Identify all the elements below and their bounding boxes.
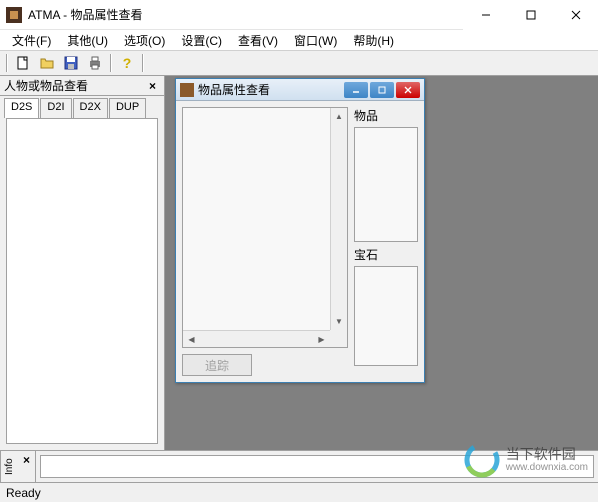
minimize-button[interactable]	[463, 0, 508, 30]
status-text: Ready	[6, 486, 41, 500]
new-button[interactable]	[12, 52, 34, 74]
info-panel-close[interactable]: ×	[18, 451, 36, 482]
menu-other[interactable]: 其他(U)	[59, 30, 116, 51]
main-area: 人物或物品查看 × D2S D2I D2X DUP 物品属性查看	[0, 76, 598, 450]
status-bar: Ready	[0, 482, 598, 502]
tab-dup[interactable]: DUP	[109, 98, 146, 118]
left-panel-header: 人物或物品查看 ×	[0, 76, 164, 96]
vertical-scrollbar[interactable]: ▲ ▼	[330, 108, 347, 330]
scroll-corner	[330, 330, 347, 347]
child-left-column: ▲ ▼ ◀ ▶ 追踪	[182, 107, 348, 376]
left-panel-close[interactable]: ×	[145, 79, 160, 93]
left-panel-tree[interactable]	[6, 118, 158, 444]
tab-d2i[interactable]: D2I	[40, 98, 71, 118]
menubar: 文件(F) 其他(U) 选项(O) 设置(C) 查看(V) 窗口(W) 帮助(H…	[0, 30, 598, 50]
scroll-up-icon[interactable]: ▲	[331, 108, 347, 125]
toolbar-separator	[6, 54, 8, 72]
item-preview-box	[354, 127, 418, 242]
info-input[interactable]	[40, 455, 594, 478]
toolbar-separator	[110, 54, 112, 72]
open-button[interactable]	[36, 52, 58, 74]
child-maximize-button[interactable]	[370, 82, 394, 98]
toolbar: ?	[0, 50, 598, 76]
child-window-controls	[344, 82, 424, 98]
window-controls	[463, 0, 598, 30]
save-button[interactable]	[60, 52, 82, 74]
tab-d2x[interactable]: D2X	[73, 98, 108, 118]
maximize-button[interactable]	[508, 0, 553, 30]
child-window-body: ▲ ▼ ◀ ▶ 追踪 物品	[176, 101, 424, 382]
item-label: 物品	[354, 107, 418, 123]
tab-d2s[interactable]: D2S	[4, 98, 39, 118]
menu-options[interactable]: 选项(O)	[116, 30, 173, 51]
menu-window[interactable]: 窗口(W)	[286, 30, 345, 51]
scroll-left-icon[interactable]: ◀	[183, 331, 200, 347]
info-panel: Info ×	[0, 450, 598, 482]
app-icon	[6, 7, 22, 23]
toolbar-separator	[142, 54, 144, 72]
left-panel-tabs: D2S D2I D2X DUP	[0, 96, 164, 118]
child-window-icon	[180, 83, 194, 97]
left-panel-title: 人物或物品查看	[4, 77, 88, 94]
print-button[interactable]	[84, 52, 106, 74]
close-button[interactable]	[553, 0, 598, 30]
child-window-item-properties: 物品属性查看 ▲	[175, 78, 425, 383]
window-titlebar: ATMA - 物品属性查看	[0, 0, 598, 30]
left-panel: 人物或物品查看 × D2S D2I D2X DUP	[0, 76, 165, 450]
child-window-title: 物品属性查看	[198, 81, 270, 98]
horizontal-scrollbar[interactable]: ◀ ▶	[183, 330, 330, 347]
svg-text:?: ?	[123, 55, 132, 71]
menu-settings[interactable]: 设置(C)	[173, 30, 230, 51]
item-list[interactable]: ▲ ▼ ◀ ▶	[182, 107, 348, 348]
help-button[interactable]: ?	[116, 52, 138, 74]
window-title: ATMA - 物品属性查看	[28, 6, 142, 23]
child-right-column: 物品 宝石	[354, 107, 418, 376]
menu-help[interactable]: 帮助(H)	[345, 30, 402, 51]
mdi-area: 物品属性查看 ▲	[165, 76, 598, 450]
child-minimize-button[interactable]	[344, 82, 368, 98]
scroll-right-icon[interactable]: ▶	[313, 331, 330, 347]
menu-view[interactable]: 查看(V)	[230, 30, 286, 51]
gem-preview-box	[354, 266, 418, 366]
child-close-button[interactable]	[396, 82, 420, 98]
child-window-titlebar[interactable]: 物品属性查看	[176, 79, 424, 101]
menu-file[interactable]: 文件(F)	[4, 30, 59, 51]
gem-label: 宝石	[354, 246, 418, 262]
info-panel-label: Info	[0, 451, 18, 482]
scroll-down-icon[interactable]: ▼	[331, 313, 347, 330]
track-button[interactable]: 追踪	[182, 354, 252, 376]
